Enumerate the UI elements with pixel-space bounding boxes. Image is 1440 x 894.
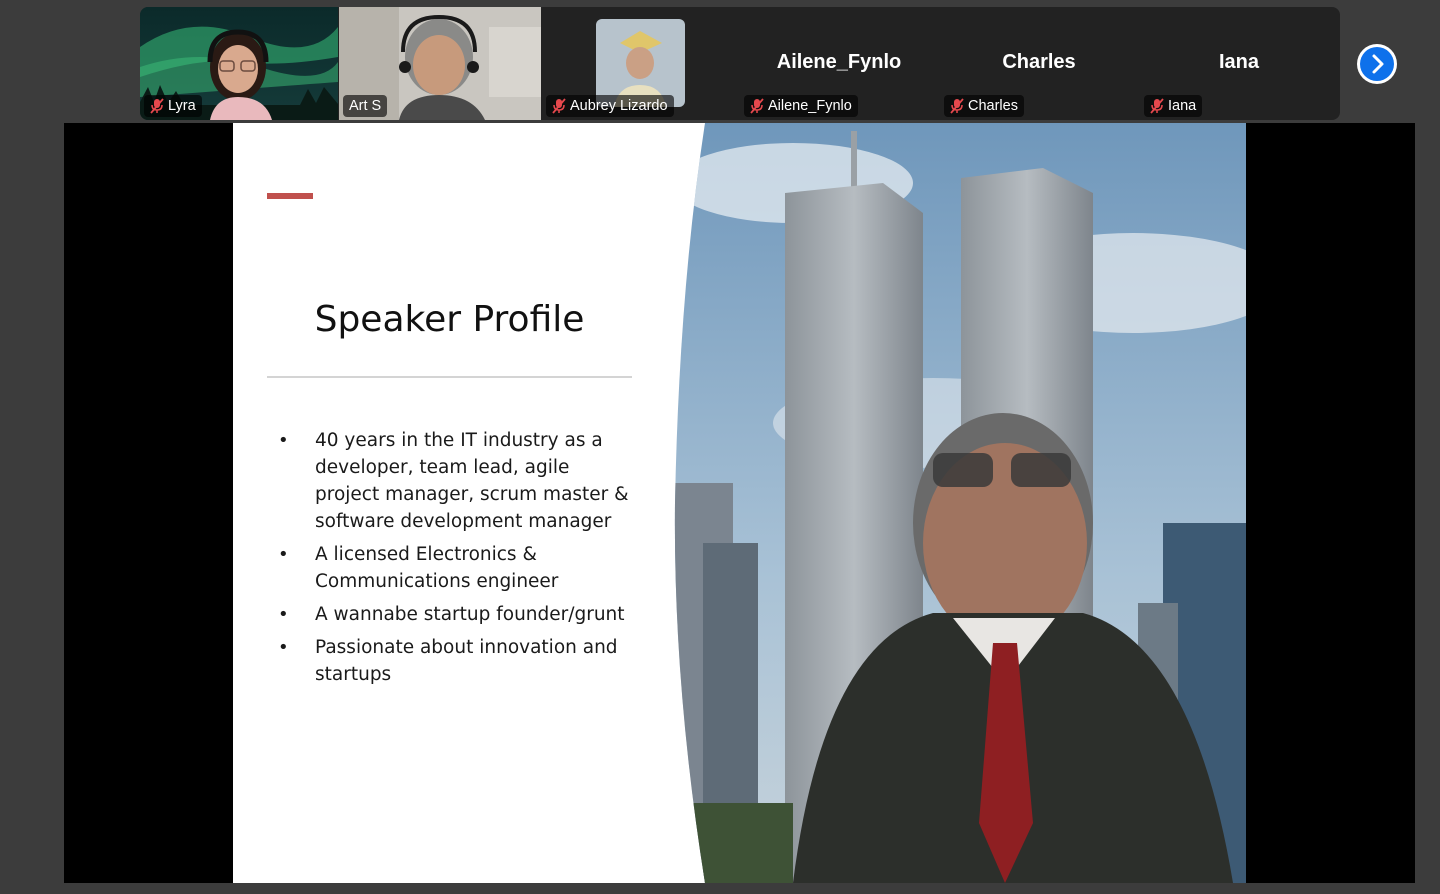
mic-muted-icon bbox=[150, 98, 164, 114]
chevron-right-icon bbox=[1372, 54, 1384, 74]
participant-name: Ailene_Fynlo bbox=[768, 98, 852, 114]
bullet-line: developer, team lead, agile bbox=[315, 457, 570, 478]
bullet-dot: • bbox=[278, 544, 289, 565]
participant-tile-art-s[interactable]: Art S bbox=[339, 7, 541, 120]
bullet-line: Communications engineer bbox=[315, 571, 559, 592]
bullet-list: • 40 years in the IT industry as a devel… bbox=[267, 427, 647, 694]
slide-title: Speaker Profile bbox=[314, 299, 585, 340]
participant-name: Lyra bbox=[168, 98, 196, 114]
participant-label: Ailene_Fynlo bbox=[744, 95, 858, 117]
mic-muted-icon bbox=[750, 98, 764, 114]
participant-name: Aubrey Lizardo bbox=[570, 98, 668, 114]
participant-label: Charles bbox=[944, 95, 1024, 117]
bullet-line: A wannabe startup founder/grunt bbox=[315, 604, 625, 625]
bullet-dot: • bbox=[278, 637, 289, 658]
mic-muted-icon bbox=[1150, 98, 1164, 114]
participant-name: Charles bbox=[968, 98, 1018, 114]
participant-label: Lyra bbox=[144, 95, 202, 117]
participant-label: Iana bbox=[1144, 95, 1203, 117]
bullet-item: • A wannabe startup founder/grunt bbox=[267, 601, 647, 628]
participant-tile-ailene-fynlo[interactable]: Ailene_Fynlo Ailene_Fynlo bbox=[740, 7, 938, 120]
presentation-slide: Speaker Profile • 40 years in the IT ind… bbox=[233, 123, 1246, 883]
participant-name: Art S bbox=[349, 98, 382, 114]
participant-tile-iana[interactable]: Iana Iana bbox=[1140, 7, 1338, 120]
bullet-line: project manager, scrum master & bbox=[315, 484, 629, 505]
mic-muted-icon bbox=[552, 98, 566, 114]
bullet-item: • Passionate about innovation and startu… bbox=[267, 634, 647, 688]
participant-name: Iana bbox=[1168, 98, 1197, 114]
bullet-line: 40 years in the IT industry as a bbox=[315, 430, 603, 451]
participant-tile-aubrey-lizardo[interactable]: Aubrey Lizardo bbox=[542, 7, 740, 120]
participant-label: Art S bbox=[343, 95, 388, 117]
title-divider bbox=[267, 376, 632, 378]
bullet-line: Passionate about innovation and bbox=[315, 637, 618, 658]
shared-screen: Speaker Profile • 40 years in the IT ind… bbox=[64, 123, 1415, 883]
bullet-item: • A licensed Electronics & Communication… bbox=[267, 541, 647, 595]
participant-strip: Lyra Art S Aubrey Lizardo Ailene_Fynlo A… bbox=[140, 7, 1340, 120]
bullet-dot: • bbox=[278, 430, 289, 451]
participant-tile-lyra[interactable]: Lyra bbox=[140, 7, 338, 120]
bullet-line: software development manager bbox=[315, 511, 612, 532]
bullet-item: • 40 years in the IT industry as a devel… bbox=[267, 427, 647, 535]
participant-display-name: Ailene_Fynlo bbox=[776, 51, 902, 73]
next-participants-button[interactable] bbox=[1357, 44, 1397, 84]
participant-tile-charles[interactable]: Charles Charles bbox=[940, 7, 1138, 120]
bullet-dot: • bbox=[278, 604, 289, 625]
bullet-line: startups bbox=[315, 664, 392, 685]
mic-muted-icon bbox=[950, 98, 964, 114]
participant-display-name: Iana bbox=[1218, 51, 1260, 73]
bullet-line: A licensed Electronics & bbox=[315, 544, 537, 565]
participant-display-name: Charles bbox=[1002, 51, 1076, 73]
next-participants-button-fill bbox=[1360, 47, 1394, 81]
participant-label: Aubrey Lizardo bbox=[546, 95, 674, 117]
title-accent-bar bbox=[267, 193, 313, 199]
